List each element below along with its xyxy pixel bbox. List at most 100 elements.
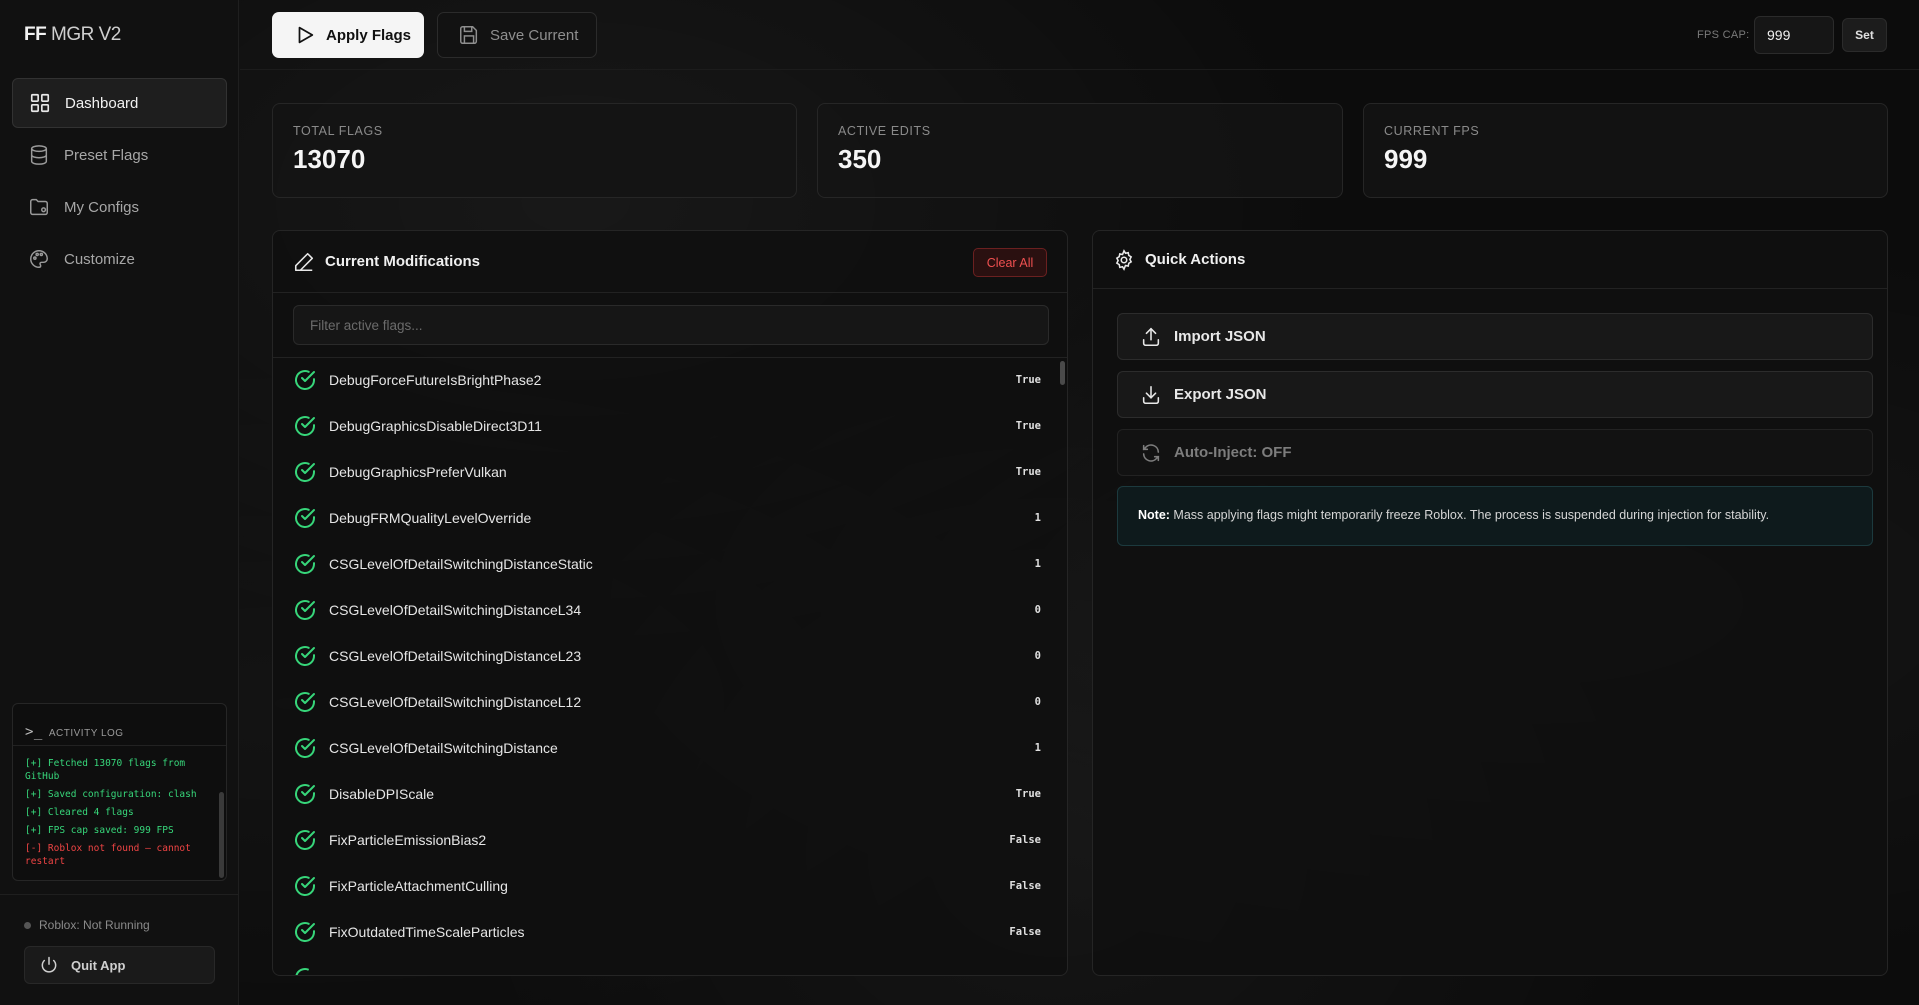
- flag-row[interactable]: DebugFRMQualityLevelOverride 1: [273, 495, 1067, 541]
- flag-name: FixParticleAttachmentCulling: [329, 878, 508, 894]
- check-circle-icon: [295, 738, 315, 758]
- flag-name: CSGLevelOfDetailSwitchingDistanceL23: [329, 648, 582, 664]
- check-circle-icon: [295, 508, 315, 528]
- sidebar-item-preset-flags[interactable]: Preset Flags: [12, 130, 227, 180]
- import-json-label: Import JSON: [1174, 328, 1266, 345]
- save-current-button[interactable]: Save Current: [437, 12, 597, 58]
- flag-row[interactable]: CSGLevelOfDetailSwitchingDistanceL34 0: [273, 587, 1067, 633]
- activity-log: >_ ACTIVITY LOG [+] Fetched 13070 flags …: [12, 703, 227, 881]
- fps-cap-label: FPS CAP:: [1697, 29, 1750, 41]
- check-circle-icon: [295, 784, 315, 804]
- check-circle-icon: [295, 968, 310, 975]
- flag-row[interactable]: DebugGraphicsDisableDirect3D11 True: [273, 403, 1067, 449]
- flag-name: DebugGraphicsDisableDirect3D11: [329, 418, 542, 434]
- flag-name: DebugFRMQualityLevelOverride: [329, 510, 532, 526]
- palette-icon: [30, 250, 48, 268]
- flag-value: True: [1015, 420, 1041, 432]
- sidebar-item-label: Customize: [64, 250, 135, 268]
- flag-row[interactable]: DisableDPIScale True: [273, 771, 1067, 817]
- check-circle-icon: [295, 830, 315, 850]
- sidebar-item-my-configs[interactable]: My Configs: [12, 182, 227, 232]
- log-line: [+] Saved configuration: clash: [25, 789, 197, 800]
- folder-icon: [30, 198, 48, 216]
- check-circle-icon: [295, 416, 315, 436]
- log-line: [+] Cleared 4 flags: [25, 807, 134, 818]
- flag-row[interactable]: CSGLevelOfDetailSwitchingDistance 1: [273, 725, 1067, 771]
- check-circle-icon: [295, 692, 315, 712]
- gear-icon: [1115, 248, 1133, 271]
- pencil-icon: [294, 252, 314, 271]
- top-bar: Apply Flags Save Current FPS CAP: Set: [240, 0, 1919, 70]
- stat-value: 350: [838, 144, 882, 174]
- apply-flags-label: Apply Flags: [326, 26, 412, 44]
- auto-inject-label: Auto-Inject: OFF: [1174, 444, 1292, 461]
- set-fps-button[interactable]: Set: [1842, 18, 1887, 52]
- flag-name: DisableDPIScale: [329, 786, 435, 802]
- quit-app-label: Quit App: [71, 957, 126, 973]
- sidebar-item-dashboard[interactable]: Dashboard: [12, 78, 227, 128]
- app-brand: FF MGR V2: [24, 24, 121, 46]
- roblox-status: Roblox: Not Running: [24, 918, 150, 932]
- status-dot: [24, 921, 31, 929]
- flag-value: True: [1015, 466, 1041, 478]
- flag-row[interactable]: CSGLevelOfDetailSwitchingDistanceL12 0: [273, 679, 1067, 725]
- flag-name: FixOutdatedTimeScaleParticles: [329, 924, 525, 940]
- flag-list-scrollbar[interactable]: [1060, 361, 1065, 385]
- terminal-icon: >_: [25, 724, 43, 740]
- database-icon: [30, 145, 48, 165]
- import-json-button[interactable]: Import JSON: [1117, 313, 1873, 360]
- divider: [0, 894, 239, 895]
- sidebar-item-label: Dashboard: [65, 94, 139, 112]
- flag-name: DebugForceFutureIsBrightPhase2: [329, 372, 542, 388]
- flag-name: CSGLevelOfDetailSwitchingDistanceStatic: [329, 556, 593, 572]
- quit-app-button[interactable]: Quit App: [24, 946, 215, 984]
- flag-value: 0: [1034, 604, 1041, 616]
- flag-row[interactable]: FixParticleEmissionBias2 False: [273, 817, 1067, 863]
- flag-value: False: [1009, 926, 1041, 938]
- power-icon: [41, 956, 57, 973]
- sidebar-item-customize[interactable]: Customize: [12, 234, 227, 284]
- flag-row[interactable]: CSGLevelOfDetailSwitchingDistanceStatic 1: [273, 541, 1067, 587]
- play-icon: [298, 26, 314, 44]
- check-circle-icon: [295, 876, 315, 896]
- refresh-icon: [1142, 443, 1160, 462]
- log-line: [-] Roblox not found — cannot restart: [25, 843, 191, 867]
- current-modifications-panel: Current Modifications Clear All DebugFor…: [272, 230, 1068, 976]
- flag-row[interactable]: DebugGraphicsPreferVulkan True: [273, 449, 1067, 495]
- flag-value: 0: [1034, 696, 1041, 708]
- flag-list[interactable]: DebugForceFutureIsBrightPhase2 True DebugG…: [273, 357, 1067, 975]
- flag-row[interactable]: FixParticleAttachmentCulling False: [273, 863, 1067, 909]
- panel-header: Quick Actions: [1093, 231, 1887, 289]
- clear-all-button[interactable]: Clear All: [973, 248, 1047, 277]
- export-json-button[interactable]: Export JSON: [1117, 371, 1873, 418]
- check-circle-icon: [295, 462, 315, 482]
- fps-cap-input[interactable]: [1754, 16, 1834, 54]
- apply-flags-button[interactable]: Apply Flags: [272, 12, 424, 58]
- stat-label: ACTIVE EDITS: [838, 124, 931, 138]
- check-circle-icon: [295, 370, 315, 390]
- export-json-label: Export JSON: [1174, 386, 1267, 403]
- flag-row-partial: [273, 955, 1067, 975]
- save-icon: [460, 26, 478, 44]
- flag-value: 1: [1034, 512, 1041, 524]
- filter-flags-input[interactable]: [293, 305, 1049, 345]
- flag-row[interactable]: CSGLevelOfDetailSwitchingDistanceL23 0: [273, 633, 1067, 679]
- check-circle-icon: [295, 554, 315, 574]
- stat-card-total-flags: TOTAL FLAGS 13070: [272, 103, 797, 198]
- activity-log-scrollbar[interactable]: [219, 792, 224, 878]
- sidebar-nav: Dashboard Preset Flags My Configs Custom…: [12, 78, 227, 286]
- flag-value: False: [1009, 880, 1041, 892]
- auto-inject-toggle[interactable]: Auto-Inject: OFF: [1117, 429, 1873, 476]
- activity-log-title: ACTIVITY LOG: [48, 728, 124, 739]
- flag-row[interactable]: FixOutdatedTimeScaleParticles False: [273, 909, 1067, 955]
- flag-value: 1: [1034, 742, 1041, 754]
- flag-name: CSGLevelOfDetailSwitchingDistanceL12: [329, 694, 582, 710]
- stat-card-current-fps: CURRENT FPS 999: [1363, 103, 1888, 198]
- stat-value: 13070: [293, 144, 366, 174]
- flag-row[interactable]: DebugForceFutureIsBrightPhase2 True: [273, 357, 1067, 403]
- panel-title: Quick Actions: [1145, 251, 1246, 268]
- flag-value: False: [1009, 834, 1041, 846]
- activity-log-body[interactable]: [+] Fetched 13070 flags from GitHub [+] …: [13, 746, 226, 868]
- roblox-status-text: Roblox: Not Running: [39, 918, 150, 932]
- check-circle-icon: [295, 922, 315, 942]
